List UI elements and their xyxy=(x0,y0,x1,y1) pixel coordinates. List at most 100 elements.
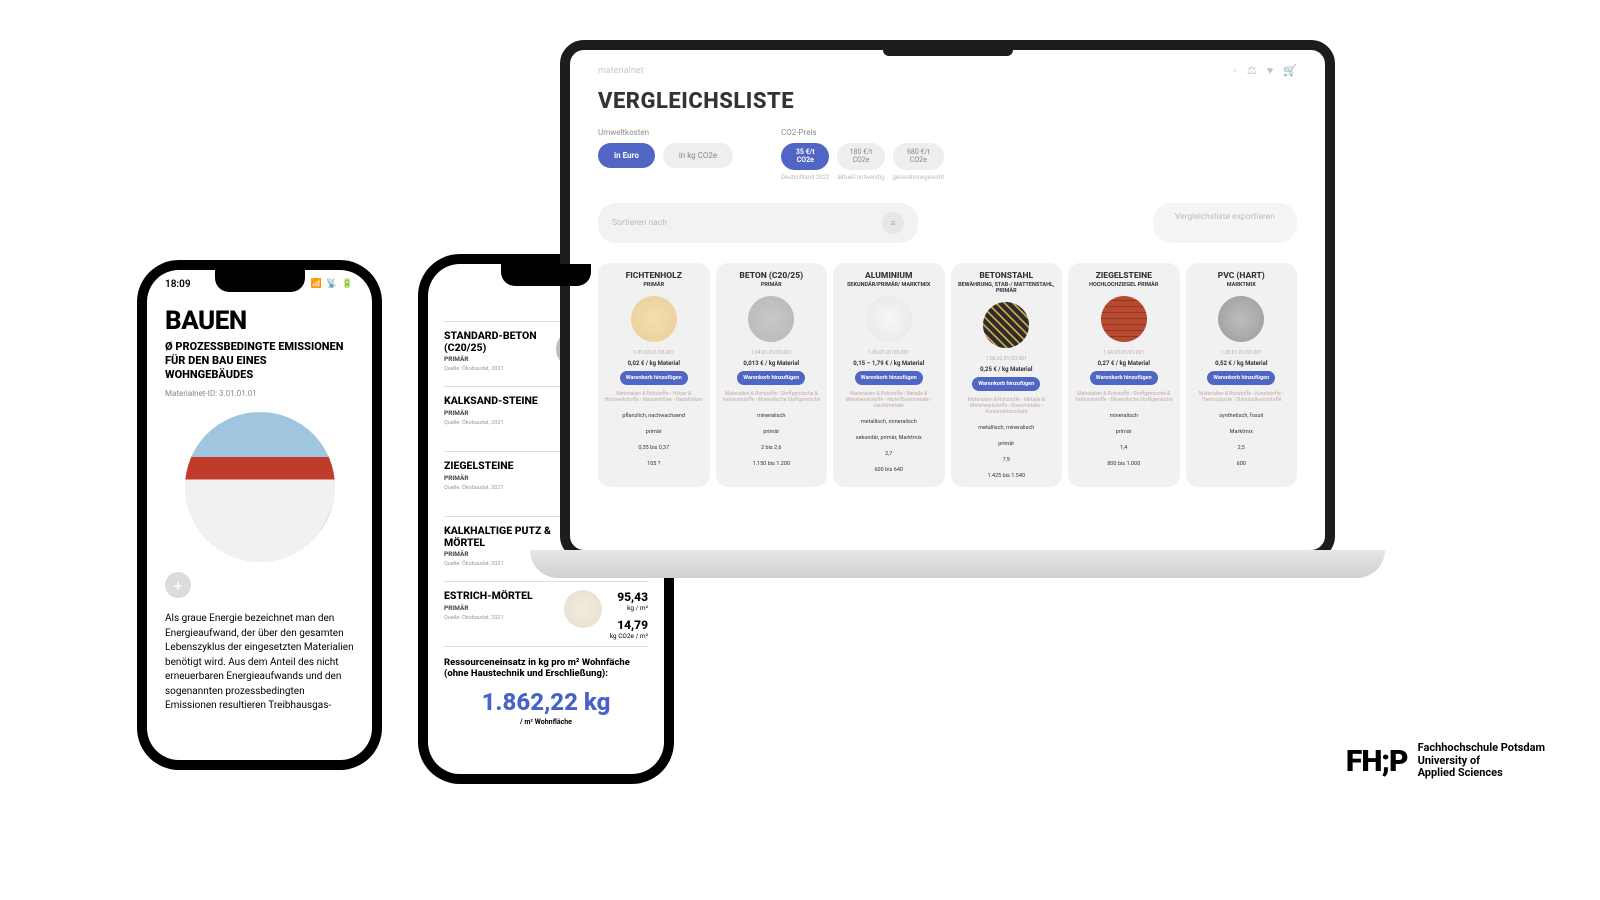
cart-icon[interactable]: 🛒 xyxy=(1283,64,1297,77)
card-swatch xyxy=(748,296,794,342)
material-source: Quelle: Ökobaudat, 2021 xyxy=(444,366,548,373)
filter-icon[interactable]: ≡ xyxy=(882,212,904,234)
material-source: Quelle: Ökobaudat, 2021 xyxy=(444,485,556,492)
card-row-type: primär xyxy=(646,429,662,435)
brand-logo[interactable]: materialnet xyxy=(598,66,644,76)
add-to-cart-button[interactable]: Warenkorb hinzufügen xyxy=(972,377,1040,391)
pill-euro[interactable]: in Euro xyxy=(598,143,655,168)
compare-icon[interactable]: ⚖ xyxy=(1247,64,1257,77)
card-row-density: 1,4 xyxy=(1120,445,1127,451)
page-title: BAUEN xyxy=(165,306,354,336)
material-values: 95,43kg / m² 14,79kg CO2e / m² xyxy=(610,590,648,640)
card-row-density: 2 bis 2,6 xyxy=(761,445,781,451)
card-row-origin: mineralisch xyxy=(757,413,785,419)
card-row-temp: 105 ? xyxy=(647,461,660,467)
card-name: ALUMINIUM xyxy=(865,271,912,281)
material-name: ZIEGELSTEINE xyxy=(444,460,556,472)
fhp-line1: Fachhochschule Potsdam xyxy=(1418,742,1545,755)
card-row-temp: 1.425 bis 1.540 xyxy=(987,473,1025,479)
material-source: Quelle: Ökobaudat, 2021 xyxy=(444,615,556,622)
card-price: 0,02 € / kg Material xyxy=(628,360,680,367)
card-row-type: primär xyxy=(1116,429,1132,435)
card-category: Materialien & Rohstoffe › Metalle & Meta… xyxy=(837,391,941,409)
co2-price-sub: Deutschland 2022 xyxy=(781,174,829,181)
co2-price-pill[interactable]: 35 €/tCO2e xyxy=(781,143,829,170)
card-price: 0,52 € / kg Material xyxy=(1215,360,1267,367)
laptop-base xyxy=(530,550,1385,578)
fhp-logo: FH;P Fachhochschule Potsdam University o… xyxy=(1346,742,1545,780)
co2-price-sub: generationsgerecht xyxy=(893,174,945,181)
card-id: 1.01.03.01/03.001 xyxy=(633,350,674,356)
card-swatch xyxy=(1218,296,1264,342)
card-name: PVC (HART) xyxy=(1218,271,1265,281)
material-name: ESTRICH-MÖRTEL xyxy=(444,590,556,602)
card-price: 0,27 € / kg Material xyxy=(1098,360,1150,367)
card-id: 1.04.05.01/01.001 xyxy=(1103,350,1144,356)
material-swatch xyxy=(564,590,602,628)
card-category: Materialien & Rohstoffe › Kunststoffe › … xyxy=(1190,391,1294,403)
phone-notch xyxy=(501,264,591,286)
phone-notch xyxy=(215,270,305,292)
material-card[interactable]: FICHTENHOLZ PRIMÄR 1.01.03.01/03.001 0,0… xyxy=(598,263,710,487)
resource-footer: Ressourceneinsatz in kg pro m² Wohnfäche… xyxy=(444,657,648,680)
card-sub: BEWÄHRUNG, STAB-/ MATTENSTAHL, PRIMÄR xyxy=(955,282,1059,294)
card-row-type: sekundär, primär, Marktmix xyxy=(856,435,922,441)
material-name: KALKHALTIGE PUTZ & MÖRTEL xyxy=(444,525,556,548)
material-name: KALKSAND-STEINE xyxy=(444,395,556,407)
page-heading: VERGLEICHSLISTE xyxy=(598,89,1297,114)
sort-dropdown[interactable]: Sortieren nach ≡ xyxy=(598,203,918,243)
heart-icon[interactable]: ♥ xyxy=(1267,64,1274,77)
co2-price-pill[interactable]: 680 €/tCO2e xyxy=(893,143,945,170)
card-sub: SEKUNDÄR/PRIMÄR/ MARKTMIX xyxy=(847,282,930,288)
material-card[interactable]: PVC (HART) MARKTMIX 1.03.01.01/03.001 0,… xyxy=(1186,263,1298,487)
phone-1-screen: 18:09 📶 📡 🔋 BAUEN Ø PROZESSBEDINGTE EMIS… xyxy=(147,270,372,760)
laptop-frame: materialnet ◦ ⚖ ♥ 🛒 VERGLEICHSLISTE Umwe… xyxy=(560,40,1335,560)
card-row-density: 7,9 xyxy=(1003,457,1010,463)
card-swatch xyxy=(866,296,912,342)
add-to-cart-button[interactable]: Warenkorb hinzufügen xyxy=(855,371,923,385)
add-to-cart-button[interactable]: Warenkorb hinzufügen xyxy=(1090,371,1158,385)
material-source: Quelle: Ökobaudat, 2021 xyxy=(444,420,556,427)
hero-image xyxy=(185,412,335,562)
material-card[interactable]: BETON (C20/25) PRIMÄR 1.04.01.01/03.001 … xyxy=(716,263,828,487)
card-row-temp: 1.150 bis 1.200 xyxy=(752,461,790,467)
clock: 18:09 xyxy=(165,279,191,290)
material-tag: PRIMÄR xyxy=(444,355,548,363)
card-category: Materialien & Rohstoffe › Stoffgemische … xyxy=(1072,391,1176,403)
fhp-line3: Applied Sciences xyxy=(1418,767,1545,780)
material-row[interactable]: ESTRICH-MÖRTEL PRIMÄR Quelle: Ökobaudat,… xyxy=(444,582,648,647)
add-button[interactable]: + xyxy=(165,572,191,598)
pill-co2e[interactable]: in kg CO2e xyxy=(663,143,733,168)
co2-price-pill[interactable]: 180 €/tCO2e xyxy=(837,143,884,170)
card-id: 1.03.01.01/03.001 xyxy=(1221,350,1262,356)
material-card[interactable]: BETONSTAHL BEWÄHRUNG, STAB-/ MATTENSTAHL… xyxy=(951,263,1063,487)
export-button[interactable]: Vergleichsliste exportieren xyxy=(1153,203,1297,243)
card-price: 0,25 € / kg Material xyxy=(980,366,1032,373)
phone-1-frame: 18:09 📶 📡 🔋 BAUEN Ø PROZESSBEDINGTE EMIS… xyxy=(137,260,382,770)
card-row-origin: synthetisch, fossil xyxy=(1219,413,1263,419)
add-to-cart-button[interactable]: Warenkorb hinzufügen xyxy=(1207,371,1275,385)
card-id: 1.04.01.01/03.001 xyxy=(751,350,792,356)
add-to-cart-button[interactable]: Warenkorb hinzufügen xyxy=(737,371,805,385)
card-row-type: primär xyxy=(998,441,1014,447)
card-row-origin: pflanzlich, nachwachsend xyxy=(622,413,685,419)
cost-label: Umweltkosten xyxy=(598,128,733,137)
material-card[interactable]: ALUMINIUM SEKUNDÄR/PRIMÄR/ MARKTMIX 1.06… xyxy=(833,263,945,487)
material-card[interactable]: ZIEGELSTEINE HOCHLOCHZIEGEL PRIMÄR 1.04.… xyxy=(1068,263,1180,487)
card-name: BETONSTAHL xyxy=(979,271,1033,281)
card-id: 1.06.02.01/03.001 xyxy=(986,356,1027,362)
card-category: Materialien & Rohstoffe › Hölzer & Holzw… xyxy=(602,391,706,403)
card-row-temp: 800 bis 1.000 xyxy=(1107,461,1140,467)
fhp-mark: FH;P xyxy=(1346,744,1408,779)
add-to-cart-button[interactable]: Warenkorb hinzufügen xyxy=(620,371,688,385)
user-icon[interactable]: ◦ xyxy=(1233,64,1237,77)
card-sub: PRIMÄR xyxy=(643,282,664,288)
status-icons: 📶 📡 🔋 xyxy=(311,279,354,289)
card-row-type: Marktmix xyxy=(1230,429,1253,435)
co2-price-sub: aktuell notwendig xyxy=(837,174,884,181)
card-swatch xyxy=(631,296,677,342)
card-sub: PRIMÄR xyxy=(761,282,782,288)
sort-label: Sortieren nach xyxy=(612,218,667,228)
card-price: 0,15 – 1,79 € / kg Material xyxy=(853,360,924,367)
material-id: Materialnet-ID: 3.01.01.01 xyxy=(165,389,354,398)
